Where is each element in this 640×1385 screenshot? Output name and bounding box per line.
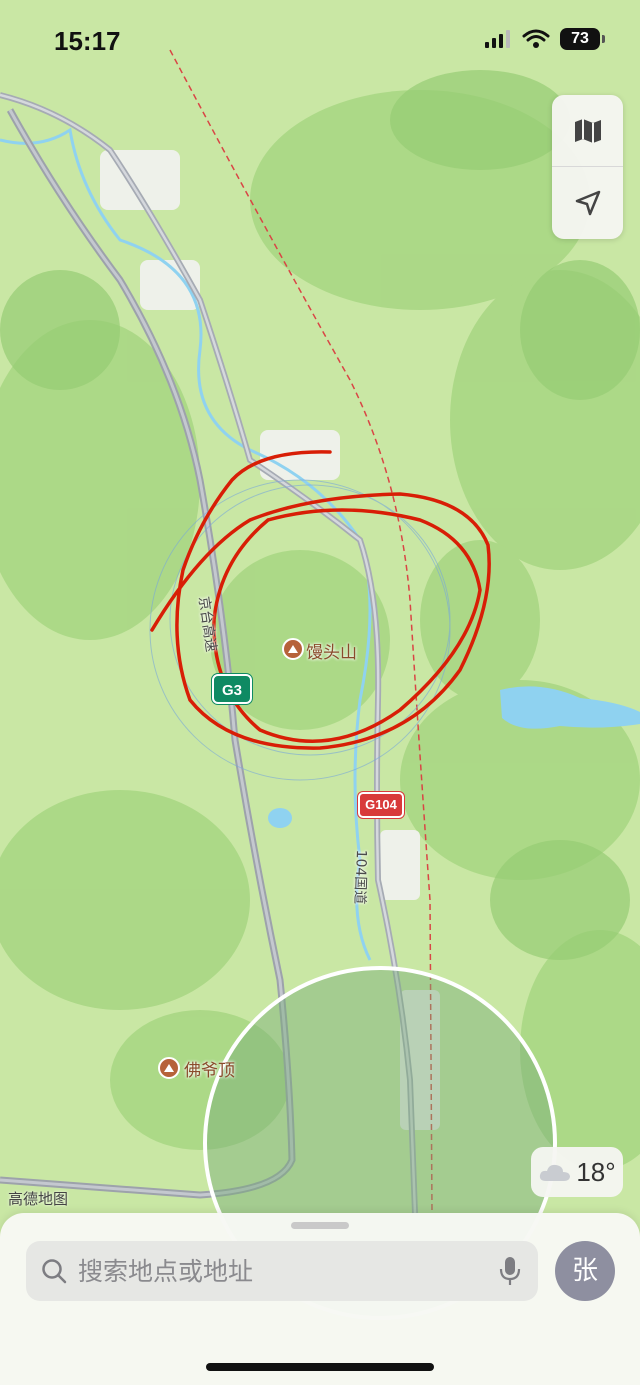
poi-mantou-shan[interactable]: 馒头山 <box>306 638 357 663</box>
g104-shield: G104 <box>358 792 404 818</box>
status-icons: 73 <box>484 28 605 50</box>
mountain-peak-icon[interactable] <box>158 1057 180 1079</box>
road-label-national: 104国道 <box>351 849 370 905</box>
mountain-peak-icon[interactable] <box>282 638 304 660</box>
search-input[interactable] <box>76 1255 480 1287</box>
g3-shield: G3 <box>212 674 252 704</box>
bottom-sheet: 张 <box>0 1213 640 1385</box>
temperature: 18° <box>576 1156 616 1187</box>
search-icon <box>42 1259 67 1284</box>
signal-icon <box>485 30 510 48</box>
location-arrow-icon <box>575 190 600 215</box>
home-indicator <box>206 1363 434 1371</box>
battery-indicator: 73 <box>560 28 605 50</box>
map-controls <box>552 95 623 239</box>
wifi-icon <box>522 29 550 48</box>
pond <box>268 808 292 828</box>
map-icon <box>574 118 601 143</box>
poi-foye-ding[interactable]: 佛爷顶 <box>184 1056 235 1081</box>
sheet-grabber[interactable] <box>291 1222 349 1229</box>
microphone-icon[interactable] <box>498 1255 522 1287</box>
search-bar[interactable] <box>26 1241 538 1301</box>
locate-button[interactable] <box>552 167 623 238</box>
avatar[interactable]: 张 <box>555 1241 615 1301</box>
weather-widget[interactable]: 18° <box>531 1147 623 1197</box>
map-watermark: 高德地图 <box>8 1190 69 1208</box>
map-mode-button[interactable] <box>552 95 623 167</box>
status-time: 15:17 <box>54 26 121 56</box>
cloud-icon <box>540 1164 571 1181</box>
status-bar: 15:17 73 <box>0 0 640 86</box>
